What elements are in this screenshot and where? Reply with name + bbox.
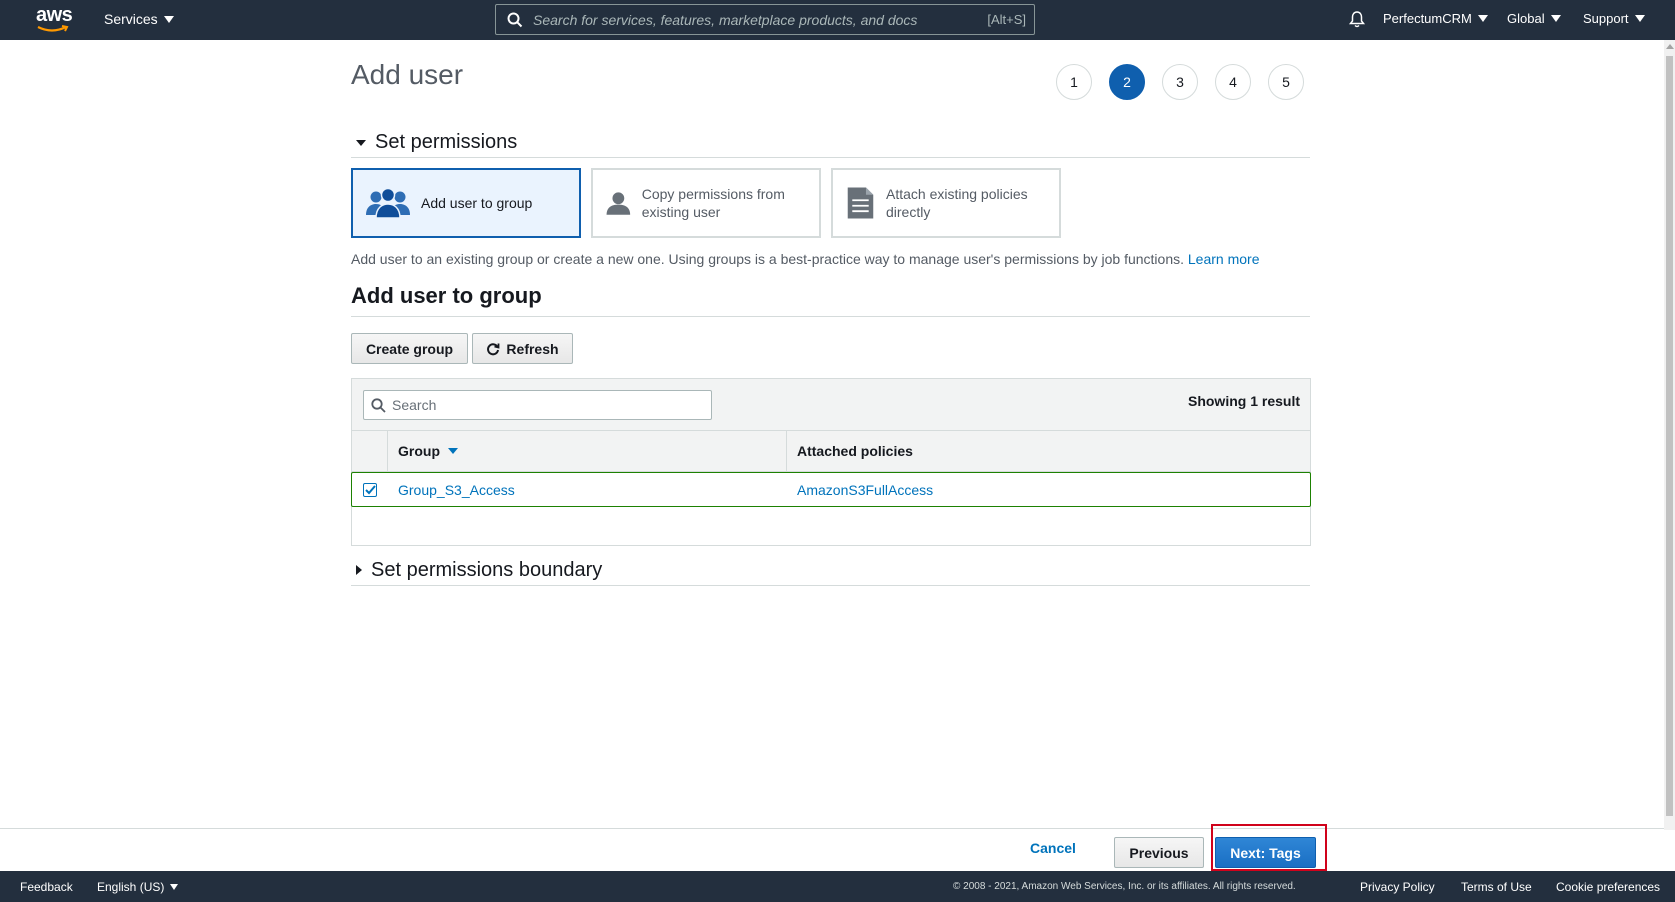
create-group-button[interactable]: Create group [351, 333, 468, 364]
set-permissions-header[interactable]: Set permissions [351, 128, 1310, 158]
option-attach-policies[interactable]: Attach existing policies directly [831, 168, 1061, 238]
terms-of-use-link[interactable]: Terms of Use [1461, 880, 1532, 894]
learn-more-link[interactable]: Learn more [1188, 251, 1260, 267]
privacy-policy-link[interactable]: Privacy Policy [1360, 880, 1435, 894]
option-label: Attach existing policies directly [885, 186, 1028, 220]
region-menu[interactable]: Global [1507, 11, 1561, 26]
chevron-down-icon [170, 884, 179, 890]
header-select-column [352, 431, 388, 471]
services-label: Services [104, 11, 158, 27]
refresh-label: Refresh [506, 340, 559, 357]
language-label: English (US) [97, 880, 165, 894]
copyright-text: © 2008 - 2021, Amazon Web Services, Inc.… [953, 881, 1296, 892]
group-search[interactable] [363, 390, 712, 420]
top-navigation: aws Services [Alt+S] PerfectumCRM Global… [0, 0, 1675, 40]
search-shortcut-hint: [Alt+S] [987, 12, 1026, 27]
cancel-button[interactable]: Cancel [1030, 840, 1076, 856]
aws-logo[interactable]: aws [36, 4, 73, 34]
permissions-help-text: Add user to an existing group or create … [351, 251, 1259, 267]
cookie-preferences-link[interactable]: Cookie preferences [1556, 880, 1660, 894]
table-row[interactable]: Group_S3_Access AmazonS3FullAccess [351, 472, 1311, 507]
caret-down-icon [356, 139, 366, 146]
policy-link[interactable]: AmazonS3FullAccess [787, 482, 1310, 498]
option-label: Add user to group [421, 195, 533, 211]
chevron-down-icon [1477, 15, 1488, 22]
permission-options: Add user to group Copy permissions from … [351, 168, 1061, 238]
smile-arrow-icon [37, 25, 69, 32]
global-search[interactable]: [Alt+S] [495, 4, 1035, 35]
step-5[interactable]: 5 [1268, 64, 1304, 100]
page-title: Add user [351, 59, 464, 90]
group-search-input[interactable] [392, 397, 711, 413]
next-tags-button[interactable]: Next: Tags [1215, 837, 1316, 868]
permissions-boundary-title: Set permissions boundary [371, 558, 603, 581]
notifications-bell[interactable] [1348, 10, 1366, 33]
help-text-body: Add user to an existing group or create … [351, 251, 1184, 267]
header-attached-policies: Attached policies [787, 431, 1310, 471]
global-search-input[interactable] [533, 11, 988, 28]
document-icon [847, 187, 874, 219]
table-header: Group Attached policies [352, 431, 1310, 472]
chevron-down-icon [163, 15, 174, 23]
support-label: Support [1583, 11, 1629, 26]
scroll-up-arrow-icon[interactable] [1666, 44, 1674, 49]
result-count: Showing 1 result [1187, 393, 1300, 409]
chevron-down-icon [1634, 15, 1645, 22]
account-label: PerfectumCRM [1383, 11, 1472, 26]
checkmark-icon [364, 484, 376, 494]
option-copy-permissions[interactable]: Copy permissions from existing user [591, 168, 821, 238]
support-menu[interactable]: Support [1583, 11, 1645, 26]
add-user-to-group-heading: Add user to group [351, 283, 1310, 317]
row-select[interactable] [352, 482, 388, 497]
previous-button[interactable]: Previous [1114, 837, 1204, 868]
sort-down-icon[interactable] [448, 448, 458, 454]
bell-icon [1348, 11, 1366, 28]
permissions-boundary-header[interactable]: Set permissions boundary [351, 555, 1310, 586]
header-policies-label: Attached policies [797, 443, 913, 459]
search-icon [371, 397, 386, 413]
caret-right-icon [356, 565, 362, 575]
feedback-link[interactable]: Feedback [20, 880, 73, 894]
page-scrollbar[interactable] [1664, 40, 1675, 830]
search-icon [507, 12, 523, 27]
services-menu[interactable]: Services [104, 11, 174, 27]
step-2-active[interactable]: 2 [1109, 64, 1145, 100]
table-toolbar: Showing 1 result [352, 379, 1310, 431]
account-menu[interactable]: PerfectumCRM [1383, 11, 1488, 26]
user-icon [606, 192, 631, 215]
refresh-icon [487, 342, 500, 355]
console-footer: Feedback English (US) © 2008 - 2021, Ama… [0, 871, 1675, 902]
scrollbar-thumb[interactable] [1666, 56, 1673, 816]
group-icon [366, 187, 410, 219]
set-permissions-title: Set permissions [375, 131, 518, 153]
option-label: Copy permissions from existing user [641, 186, 785, 220]
header-group[interactable]: Group [388, 431, 787, 471]
groups-table: Showing 1 result Group Attached policies [351, 378, 1311, 546]
step-3[interactable]: 3 [1162, 64, 1198, 100]
step-4[interactable]: 4 [1215, 64, 1251, 100]
group-name-link[interactable]: Group_S3_Access [388, 482, 787, 498]
step-1[interactable]: 1 [1056, 64, 1092, 100]
row-checkbox[interactable] [363, 482, 377, 497]
wizard-action-bar: Cancel Previous Next: Tags [0, 828, 1664, 871]
chevron-down-icon [1550, 15, 1561, 22]
language-selector[interactable]: English (US) [97, 880, 179, 894]
header-group-label: Group [398, 443, 440, 459]
region-label: Global [1507, 11, 1545, 26]
option-add-user-to-group[interactable]: Add user to group [351, 168, 581, 238]
wizard-steps: 1 2 3 4 5 [1056, 64, 1304, 100]
refresh-button[interactable]: Refresh [472, 333, 573, 364]
